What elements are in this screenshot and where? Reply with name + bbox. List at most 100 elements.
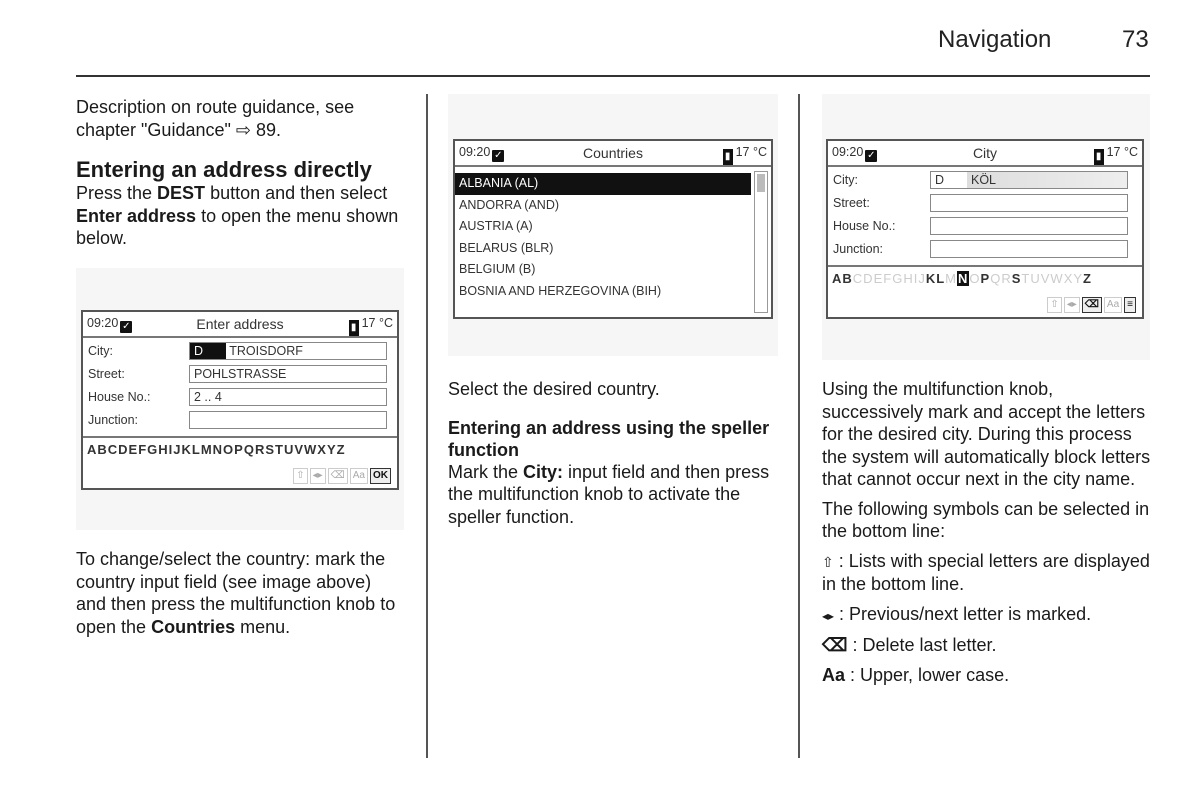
- speller-letter[interactable]: Z: [1083, 271, 1092, 286]
- speller-letter[interactable]: Y: [1073, 271, 1083, 286]
- screen-status-bar: 09:20 ✓ Enter address ▮ 17 °C: [83, 312, 397, 338]
- street-input[interactable]: [930, 194, 1128, 212]
- select-country-caption: Select the desired country.: [448, 379, 660, 399]
- temperature: 17 °C: [361, 316, 393, 330]
- speller-letter[interactable]: F: [883, 271, 892, 286]
- speller-letter[interactable]: V: [1041, 271, 1051, 286]
- speller-letter[interactable]: W: [1050, 271, 1063, 286]
- list-scrollbar[interactable]: [754, 171, 768, 313]
- screen-enter-address: 09:20 ✓ Enter address ▮ 17 °C City: D TROIS…: [81, 310, 399, 490]
- speller-letter[interactable]: S: [1012, 271, 1022, 286]
- column-1: Description on route guidance, see chapt…: [76, 96, 406, 250]
- city-input[interactable]: D KÖL: [930, 171, 1128, 189]
- symbols-intro: The following symbols can be selected in…: [822, 498, 1150, 542]
- header-rule: [76, 75, 1150, 77]
- junction-field-row[interactable]: Junction:: [83, 409, 397, 432]
- page-header-title: Navigation: [938, 26, 1052, 53]
- speller-letter[interactable]: N: [957, 271, 970, 286]
- case-toggle-icon[interactable]: Aa: [1103, 297, 1123, 313]
- speller-letter[interactable]: X: [1064, 271, 1074, 286]
- speller-letter[interactable]: G: [892, 271, 903, 286]
- speller-letter[interactable]: O: [969, 271, 980, 286]
- country-list-item-selected[interactable]: ALBANIA (AL): [455, 173, 751, 195]
- prev-next-icon: ◂▸: [822, 608, 835, 623]
- speller-letter[interactable]: U: [1030, 271, 1040, 286]
- page-number: 73: [1122, 26, 1149, 53]
- thermometer-icon: ▮: [1093, 149, 1104, 165]
- street-field-row[interactable]: Street: POHLSTRASSE: [83, 363, 397, 386]
- speller-letter[interactable]: L: [936, 271, 945, 286]
- speller-letter[interactable]: C: [853, 271, 863, 286]
- temperature: 17 °C: [1106, 145, 1138, 159]
- screen-status-bar: 09:20 ✓ Countries ▮ 17 °C: [455, 141, 771, 167]
- house-no-field-row[interactable]: House No.: 2 .. 4: [83, 386, 397, 409]
- speller-symbol-bar: ⇧ ◂▸ ⌫ Aa OK: [293, 468, 391, 484]
- prev-next-icon[interactable]: ◂▸: [1063, 297, 1080, 313]
- speller-symbol-bar: ⇧ ◂▸ ⌫ Aa ≡: [1047, 297, 1136, 313]
- screen-status-bar: 09:20 ✓ City ▮ 17 °C: [828, 141, 1142, 167]
- speller-letter[interactable]: P: [981, 271, 991, 286]
- country-change-text: To change/select the country: mark the c…: [76, 549, 396, 637]
- prev-next-icon[interactable]: ◂▸: [309, 468, 326, 484]
- case-toggle-icon[interactable]: Aa: [349, 468, 368, 484]
- speller-instructions: Mark the City: input field and then pres…: [448, 461, 770, 527]
- junction-input[interactable]: [930, 240, 1128, 258]
- speller-letter[interactable]: D: [863, 271, 873, 286]
- speller-letter[interactable]: E: [874, 271, 884, 286]
- country-code[interactable]: D: [190, 343, 226, 359]
- column-1-bottom: To change/select the country: mark the c…: [76, 548, 406, 638]
- symbol-delete-desc: ⌫ : Delete last letter.: [822, 635, 997, 655]
- country-list-item[interactable]: BELGIUM (B): [455, 259, 771, 281]
- case-toggle-icon: Aa: [822, 664, 846, 685]
- speller-letter[interactable]: T: [1021, 271, 1030, 286]
- country-list-item[interactable]: AUSTRIA (A): [455, 216, 771, 238]
- backspace-icon[interactable]: ⌫: [327, 468, 348, 484]
- direct-entry-text: Press the DEST button and then select En…: [76, 183, 399, 248]
- city-field-row[interactable]: City: D TROISDORF: [83, 340, 397, 363]
- city-field-row[interactable]: City: D KÖL: [828, 169, 1142, 192]
- reference-page[interactable]: 89.: [256, 120, 281, 140]
- speller-letter[interactable]: K: [926, 271, 936, 286]
- speller-letter[interactable]: A: [832, 271, 842, 286]
- backspace-icon: ⌫: [822, 635, 848, 655]
- screen-city: 09:20 ✓ City ▮ 17 °C City: D KÖL Street: Hou…: [826, 139, 1144, 319]
- shift-icon: ⇧: [822, 553, 834, 570]
- street-field-row[interactable]: Street:: [828, 192, 1142, 215]
- speller-letter[interactable]: B: [842, 271, 852, 286]
- section-heading-speller: Entering an address using the speller fu…: [448, 417, 770, 460]
- country-list-item[interactable]: BOSNIA AND HERZEGOVINA (BIH): [455, 281, 771, 303]
- ok-button[interactable]: OK: [370, 468, 391, 484]
- column-divider-2: [798, 94, 800, 758]
- junction-field-row[interactable]: Junction:: [828, 238, 1142, 261]
- symbol-prev-next-desc: ◂▸ : Previous/next letter is marked.: [822, 603, 1092, 624]
- column-2-text: Select the desired country. Entering an …: [448, 378, 788, 528]
- house-no-input[interactable]: [930, 217, 1128, 235]
- scrollbar-thumb[interactable]: [757, 174, 765, 192]
- house-no-input[interactable]: 2 .. 4: [189, 388, 387, 406]
- speller-letter[interactable]: H: [903, 271, 913, 286]
- country-list-item[interactable]: ANDORRA (AND): [455, 195, 771, 217]
- speller-letter[interactable]: R: [1001, 271, 1011, 286]
- list-icon[interactable]: ≡: [1124, 297, 1136, 313]
- street-input[interactable]: POHLSTRASSE: [189, 365, 387, 383]
- country-code[interactable]: D: [935, 172, 971, 188]
- speller-letter[interactable]: J: [918, 271, 926, 286]
- section-heading-direct: Entering an address directly: [76, 157, 372, 182]
- symbol-shift-desc: ⇧ : Lists with special letters are displ…: [822, 550, 1150, 595]
- city-input[interactable]: D TROISDORF: [189, 342, 387, 360]
- symbol-case-desc: Aa : Upper, lower case.: [822, 664, 1010, 685]
- speller-letter[interactable]: M: [945, 271, 957, 286]
- arrow-reference-icon: ⇨: [235, 119, 251, 140]
- shift-icon[interactable]: ⇧: [1047, 297, 1062, 313]
- house-no-field-row[interactable]: House No.:: [828, 215, 1142, 238]
- speller-usage-text: Using the multifunction knob, successive…: [822, 379, 1151, 489]
- temperature: 17 °C: [735, 145, 767, 159]
- country-list-item[interactable]: BELARUS (BLR): [455, 238, 771, 260]
- screen-countries: 09:20 ✓ Countries ▮ 17 °C ALBANIA (AL) AND…: [453, 139, 773, 319]
- junction-input[interactable]: [189, 411, 387, 429]
- thermometer-icon: ▮: [722, 149, 733, 165]
- column-3-text: Using the multifunction knob, successive…: [822, 378, 1157, 686]
- shift-icon[interactable]: ⇧: [293, 468, 308, 484]
- backspace-icon[interactable]: ⌫: [1081, 297, 1102, 313]
- speller-letter[interactable]: Q: [990, 271, 1001, 286]
